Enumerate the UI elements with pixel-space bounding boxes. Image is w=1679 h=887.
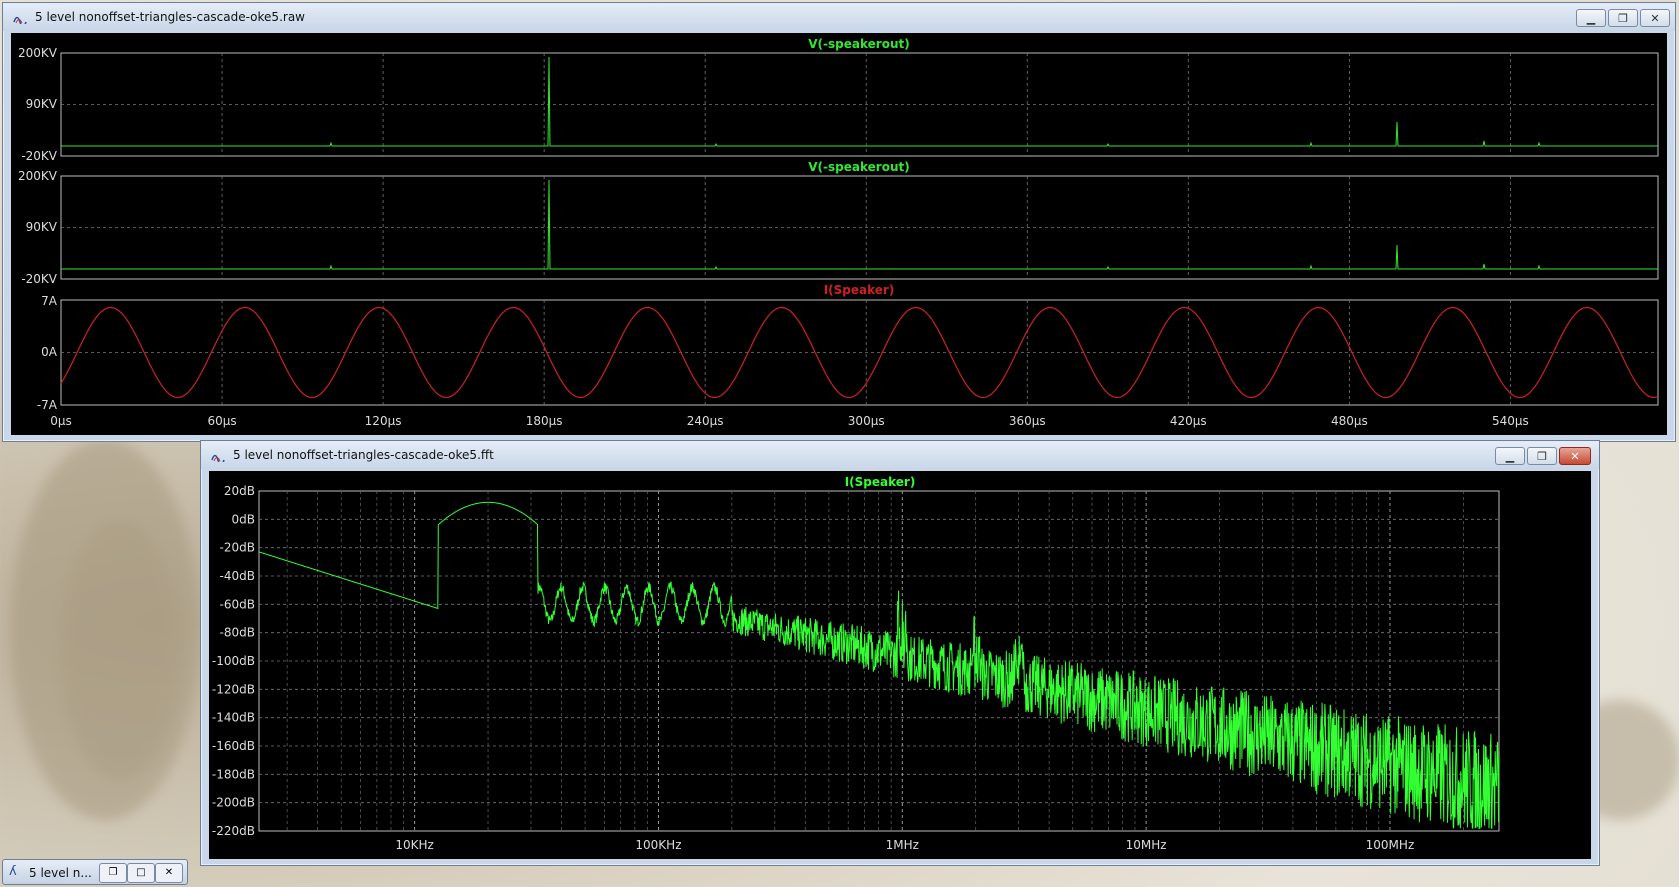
fft-trace-label: I(Speaker) <box>845 475 916 489</box>
x-tick-label: 10MHz <box>1126 838 1167 852</box>
restore-icon: ❐ <box>1537 449 1547 463</box>
pane-1-grid <box>61 53 1658 156</box>
y-tick-label: -120dB <box>212 682 255 696</box>
pane-1-ytick-bottom: -20KV <box>21 149 57 163</box>
pane-3-ytick-mid: 0A <box>41 345 58 359</box>
pane-2-trace-label: V(-speakerout) <box>808 160 909 174</box>
waveform-app-icon <box>211 454 225 462</box>
close-button[interactable]: ✕ <box>155 863 183 883</box>
pane-3-ytick-top: 7A <box>41 294 58 308</box>
y-tick-label: -200dB <box>212 796 255 810</box>
waveform-app-icon <box>13 16 27 24</box>
raw-x-axis: 0µs 60µs 120µs 180µs 240µs 300µs 360µs 420µs 480… <box>50 414 1529 428</box>
maximize-button[interactable]: □ <box>127 863 155 883</box>
app-icon: ʎ <box>9 864 17 879</box>
minimize-button[interactable]: ▁ <box>1576 9 1606 27</box>
pane-3-grid <box>61 300 1658 405</box>
x-tick-label: 420µs <box>1170 414 1207 428</box>
raw-window-titlebar[interactable]: 5 level nonoffset-triangles-cascade-oke5… <box>3 3 1675 31</box>
y-tick-label: 0dB <box>232 512 255 526</box>
x-tick-label: 480µs <box>1331 414 1368 428</box>
y-tick-label: -180dB <box>212 767 255 781</box>
y-tick-label: -140dB <box>212 711 255 725</box>
restore-button[interactable]: ❐ <box>99 863 127 883</box>
pane-1-trace-label: V(-speakerout) <box>808 37 909 51</box>
x-tick-label: 100MHz <box>1366 838 1415 852</box>
fft-grid <box>259 491 1499 831</box>
x-tick-label: 240µs <box>687 414 724 428</box>
fft-plot-area[interactable]: I(Speaker) 20dB 0dB -20dB -40dB -60dB -80dB -1… <box>209 471 1591 859</box>
taskbar-item[interactable]: ʎ 5 level n... ❐ □ ✕ <box>2 859 188 885</box>
x-tick-label: 10KHz <box>395 838 433 852</box>
fft-window-titlebar[interactable]: 5 level nonoffset-triangles-cascade-oke5… <box>201 441 1599 469</box>
close-button[interactable]: ✕ <box>1559 447 1591 465</box>
fft-window-title: 5 level nonoffset-triangles-cascade-oke5… <box>233 448 494 462</box>
x-tick-label: 300µs <box>848 414 885 428</box>
raw-plot-area[interactable]: V(-speakerout) 200KV 90KV -20KV V(-speak… <box>11 33 1667 435</box>
pane-2-ytick-bottom: -20KV <box>21 272 57 286</box>
y-tick-label: -40dB <box>220 569 255 583</box>
x-tick-label: 60µs <box>207 414 236 428</box>
y-tick-label: -220dB <box>212 824 255 838</box>
minimize-icon: ▁ <box>1505 449 1515 463</box>
minimize-button[interactable]: ▁ <box>1495 447 1525 465</box>
fft-chart[interactable]: I(Speaker) 20dB 0dB -20dB -40dB -60dB -80dB -1… <box>209 471 1591 859</box>
pane-1-trace <box>61 56 1658 147</box>
pane-1: V(-speakerout) 200KV 90KV -20KV <box>18 37 1659 163</box>
x-tick-label: 0µs <box>50 414 72 428</box>
close-icon: ✕ <box>1570 449 1580 463</box>
raw-window-title: 5 level nonoffset-triangles-cascade-oke5… <box>35 10 305 24</box>
pane-2: V(-speakerout) 200KV 90KV -20KV <box>18 160 1659 286</box>
pane-2-trace <box>61 179 1658 270</box>
close-icon: ✕ <box>1650 11 1660 25</box>
pane-3-ytick-bottom: -7A <box>37 398 58 412</box>
y-tick-label: -60dB <box>220 597 255 611</box>
restore-button[interactable]: ❐ <box>1527 447 1557 465</box>
x-tick-label: 120µs <box>365 414 402 428</box>
pane-3: I(Speaker) 7A 0A -7A <box>37 283 1659 412</box>
restore-button[interactable]: ❐ <box>1608 9 1638 27</box>
pane-2-ytick-mid: 90KV <box>26 220 58 234</box>
raw-waveform-window[interactable]: 5 level nonoffset-triangles-cascade-oke5… <box>2 2 1676 442</box>
pane-3-trace-label: I(Speaker) <box>824 283 895 297</box>
y-tick-label: -80dB <box>220 626 255 640</box>
taskbar-item-label: 5 level n... <box>29 866 92 880</box>
pane-2-grid <box>61 176 1658 279</box>
fft-x-axis: 10KHz 100KHz 1MHz 10MHz 100MHz <box>395 838 1414 852</box>
minimize-icon: ▁ <box>1586 11 1596 25</box>
pane-1-ytick-mid: 90KV <box>26 97 58 111</box>
fft-window[interactable]: 5 level nonoffset-triangles-cascade-oke5… <box>200 440 1600 866</box>
y-tick-label: 20dB <box>224 484 255 498</box>
x-tick-label: 360µs <box>1009 414 1046 428</box>
pane-2-ytick-top: 200KV <box>18 169 58 183</box>
fft-y-axis: 20dB 0dB -20dB -40dB -60dB -80dB -100dB -120dB -… <box>212 484 255 838</box>
y-tick-label: -100dB <box>212 654 255 668</box>
close-button[interactable]: ✕ <box>1640 9 1670 27</box>
x-tick-label: 180µs <box>526 414 563 428</box>
raw-waveform-chart[interactable]: V(-speakerout) 200KV 90KV -20KV V(-speak… <box>11 33 1667 435</box>
x-tick-label: 100KHz <box>635 838 681 852</box>
x-tick-label: 540µs <box>1492 414 1529 428</box>
y-tick-label: -20dB <box>220 541 255 555</box>
restore-icon: ❐ <box>1618 11 1628 25</box>
pane-1-ytick-top: 200KV <box>18 46 58 60</box>
x-tick-label: 1MHz <box>886 838 919 852</box>
y-tick-label: -160dB <box>212 739 255 753</box>
